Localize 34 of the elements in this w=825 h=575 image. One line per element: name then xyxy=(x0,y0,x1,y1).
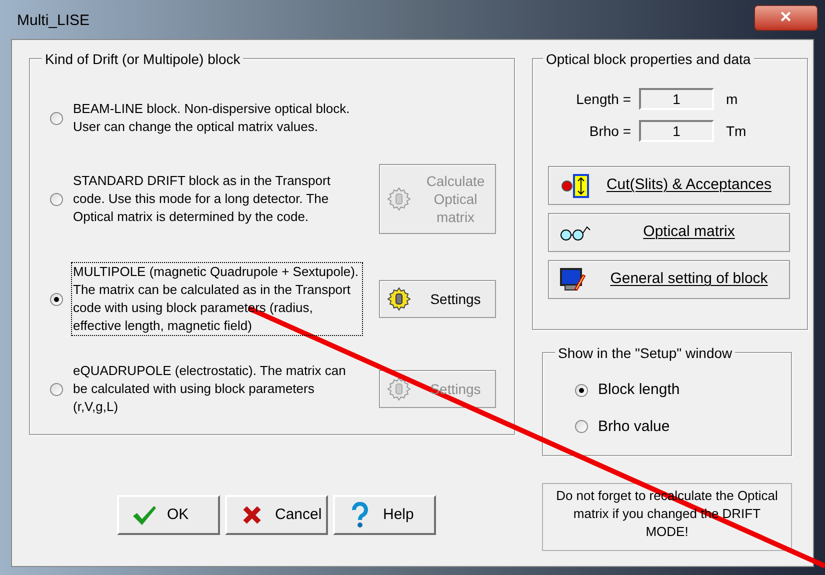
checkmark-icon xyxy=(131,504,157,526)
radio-button[interactable] xyxy=(50,192,63,206)
close-icon xyxy=(242,505,262,525)
option-label: eQUADRUPOLE (electrostatic). The matrix can be calculated with using block parameters (r,V,g,L) xyxy=(72,362,347,416)
settings-button[interactable]: Settings xyxy=(379,280,496,318)
radio-button[interactable] xyxy=(575,384,588,397)
radio-button[interactable] xyxy=(50,292,63,306)
option-label: MULTIPOLE (magnetic Quadrupole + Sextupole). The matrix can be calculated as in the Transport code with using block parameters (radius, effective length, magnetic field) xyxy=(71,262,363,336)
value-field[interactable]: 1 xyxy=(639,88,714,110)
ok-button[interactable]: OK xyxy=(117,495,220,535)
cancel-button[interactable]: Cancel xyxy=(225,495,328,535)
window-title: Multi_LISE xyxy=(17,10,90,31)
unit-label: Tm xyxy=(726,122,746,140)
option-label: Block length xyxy=(598,380,680,400)
slits-button[interactable]: Cut(Slits) & Acceptances xyxy=(548,166,790,205)
gear-icon xyxy=(387,377,411,401)
monitor-icon xyxy=(559,266,587,292)
question-mark-icon xyxy=(351,502,369,528)
gear-icon xyxy=(387,287,411,311)
radio-button[interactable] xyxy=(50,382,63,396)
option-label: Brho value xyxy=(598,416,670,436)
help-button[interactable]: Help xyxy=(333,495,436,535)
glasses-button[interactable]: Optical matrix xyxy=(548,213,790,252)
monitor-button[interactable]: General setting of block xyxy=(548,260,790,299)
value-field[interactable]: 1 xyxy=(639,120,714,142)
gear-icon xyxy=(387,187,411,211)
unit-label: m xyxy=(726,90,738,108)
field-label: Brho = xyxy=(588,122,631,140)
glasses-icon xyxy=(559,224,591,242)
option-label: STANDARD DRIFT block as in the Transport code. Use this mode for a long detector. The Optical matrix is determined by the code. xyxy=(72,172,332,226)
field-label: Length = xyxy=(575,90,631,109)
option-label: BEAM-LINE block. Non-dispersive optical block. User can change the optical matrix values. xyxy=(72,100,351,136)
radio-button[interactable] xyxy=(50,112,63,124)
radio-button[interactable] xyxy=(575,420,588,434)
